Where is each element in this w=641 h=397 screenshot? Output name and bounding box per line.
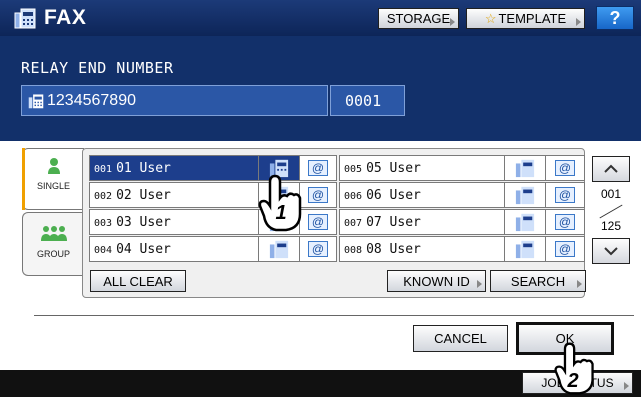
at-icon: @ bbox=[554, 241, 576, 257]
tab-group[interactable]: GROUP bbox=[22, 212, 84, 276]
arrow-icon bbox=[577, 280, 582, 288]
storage-label: STORAGE bbox=[386, 11, 451, 26]
step-2-badge: 2 bbox=[567, 370, 579, 392]
relay-end-number-field[interactable]: 0001 bbox=[330, 85, 405, 116]
email-select-button[interactable]: @ bbox=[545, 209, 585, 235]
tab-group-label: GROUP bbox=[36, 249, 70, 259]
entry-index: 002 bbox=[94, 191, 113, 202]
fax-select-button[interactable] bbox=[504, 182, 546, 208]
entry-index: 004 bbox=[94, 245, 113, 256]
at-icon: @ bbox=[307, 241, 329, 257]
email-select-button[interactable]: @ bbox=[545, 182, 585, 208]
fax-icon bbox=[269, 240, 289, 259]
scroll-up-button[interactable] bbox=[592, 156, 630, 182]
fax-icon bbox=[515, 213, 535, 232]
scroll-down-button[interactable] bbox=[592, 238, 630, 264]
entry-name: 07 User bbox=[366, 215, 421, 230]
at-icon: @ bbox=[554, 160, 576, 176]
fax-icon bbox=[14, 7, 36, 29]
at-icon: @ bbox=[307, 160, 329, 176]
entry-index: 005 bbox=[344, 164, 363, 175]
fax-icon bbox=[515, 159, 535, 178]
tab-active-indicator bbox=[22, 148, 25, 210]
tab-single[interactable]: SINGLE bbox=[22, 148, 84, 210]
chevron-up-icon bbox=[604, 164, 618, 173]
page-current: 001 bbox=[600, 187, 622, 201]
step-1-badge: 1 bbox=[275, 202, 287, 224]
group-icon bbox=[40, 226, 67, 241]
entry-name: 06 User bbox=[366, 188, 421, 203]
tab-single-label: SINGLE bbox=[36, 181, 70, 191]
search-label: SEARCH bbox=[510, 273, 566, 289]
email-select-button[interactable]: @ bbox=[545, 155, 585, 181]
email-select-button[interactable]: @ bbox=[299, 236, 337, 262]
arrow-icon bbox=[450, 18, 455, 26]
person-icon bbox=[47, 158, 60, 174]
chevron-down-icon bbox=[604, 247, 618, 256]
page-total: 125 bbox=[600, 219, 622, 233]
at-icon: @ bbox=[307, 214, 329, 230]
all-clear-button[interactable]: ALL CLEAR bbox=[90, 270, 186, 292]
page-divider bbox=[599, 204, 623, 219]
all-clear-label: ALL CLEAR bbox=[103, 273, 173, 289]
fax-icon bbox=[515, 186, 535, 205]
arrow-icon bbox=[624, 382, 629, 390]
list-item[interactable]: 008 08 User bbox=[339, 236, 505, 262]
entry-name: 01 User bbox=[116, 161, 171, 176]
fax-icon bbox=[28, 93, 44, 108]
list-item[interactable]: 005 05 User bbox=[339, 155, 505, 181]
relay-number-text: 1234567890 bbox=[47, 91, 136, 109]
entry-name: 02 User bbox=[116, 188, 171, 203]
template-button[interactable]: ☆ TEMPLATE bbox=[466, 8, 585, 29]
relay-label: RELAY END NUMBER bbox=[21, 59, 174, 77]
star-icon: ☆ bbox=[484, 10, 497, 26]
entry-index: 007 bbox=[344, 218, 363, 229]
fax-select-button[interactable] bbox=[258, 236, 300, 262]
list-item[interactable]: 007 07 User bbox=[339, 209, 505, 235]
entry-index: 003 bbox=[94, 218, 113, 229]
page-title: FAX bbox=[44, 6, 87, 29]
template-label: TEMPLATE bbox=[498, 11, 567, 26]
email-select-button[interactable]: @ bbox=[545, 236, 585, 262]
storage-button[interactable]: STORAGE bbox=[378, 8, 459, 29]
list-item[interactable]: 004 04 User bbox=[89, 236, 259, 262]
entry-index: 008 bbox=[344, 245, 363, 256]
search-button[interactable]: SEARCH bbox=[490, 270, 586, 292]
fax-icon bbox=[515, 240, 535, 259]
entry-name: 03 User bbox=[116, 215, 171, 230]
help-button[interactable]: ? bbox=[596, 6, 634, 30]
entry-index: 001 bbox=[94, 164, 113, 175]
known-id-button[interactable]: KNOWN ID bbox=[387, 270, 486, 292]
arrow-icon bbox=[477, 280, 482, 288]
relay-number-field[interactable]: 1234567890 bbox=[21, 85, 328, 116]
entry-name: 04 User bbox=[116, 242, 171, 257]
list-item[interactable]: 001 01 User bbox=[89, 155, 259, 181]
fax-select-button[interactable] bbox=[504, 155, 546, 181]
at-icon: @ bbox=[554, 214, 576, 230]
entry-name: 08 User bbox=[366, 242, 421, 257]
cancel-button[interactable]: CANCEL bbox=[413, 325, 508, 352]
list-item[interactable]: 003 03 User bbox=[89, 209, 259, 235]
fax-select-button[interactable] bbox=[504, 209, 546, 235]
list-item[interactable]: 002 02 User bbox=[89, 182, 259, 208]
entry-index: 006 bbox=[344, 191, 363, 202]
at-icon: @ bbox=[554, 187, 576, 203]
fax-select-button[interactable] bbox=[504, 236, 546, 262]
arrow-icon bbox=[576, 18, 581, 26]
at-icon: @ bbox=[307, 187, 329, 203]
divider bbox=[34, 315, 634, 316]
entry-name: 05 User bbox=[366, 161, 421, 176]
cancel-label: CANCEL bbox=[434, 331, 487, 346]
known-id-label: KNOWN ID bbox=[403, 273, 470, 289]
list-item[interactable]: 006 06 User bbox=[339, 182, 505, 208]
